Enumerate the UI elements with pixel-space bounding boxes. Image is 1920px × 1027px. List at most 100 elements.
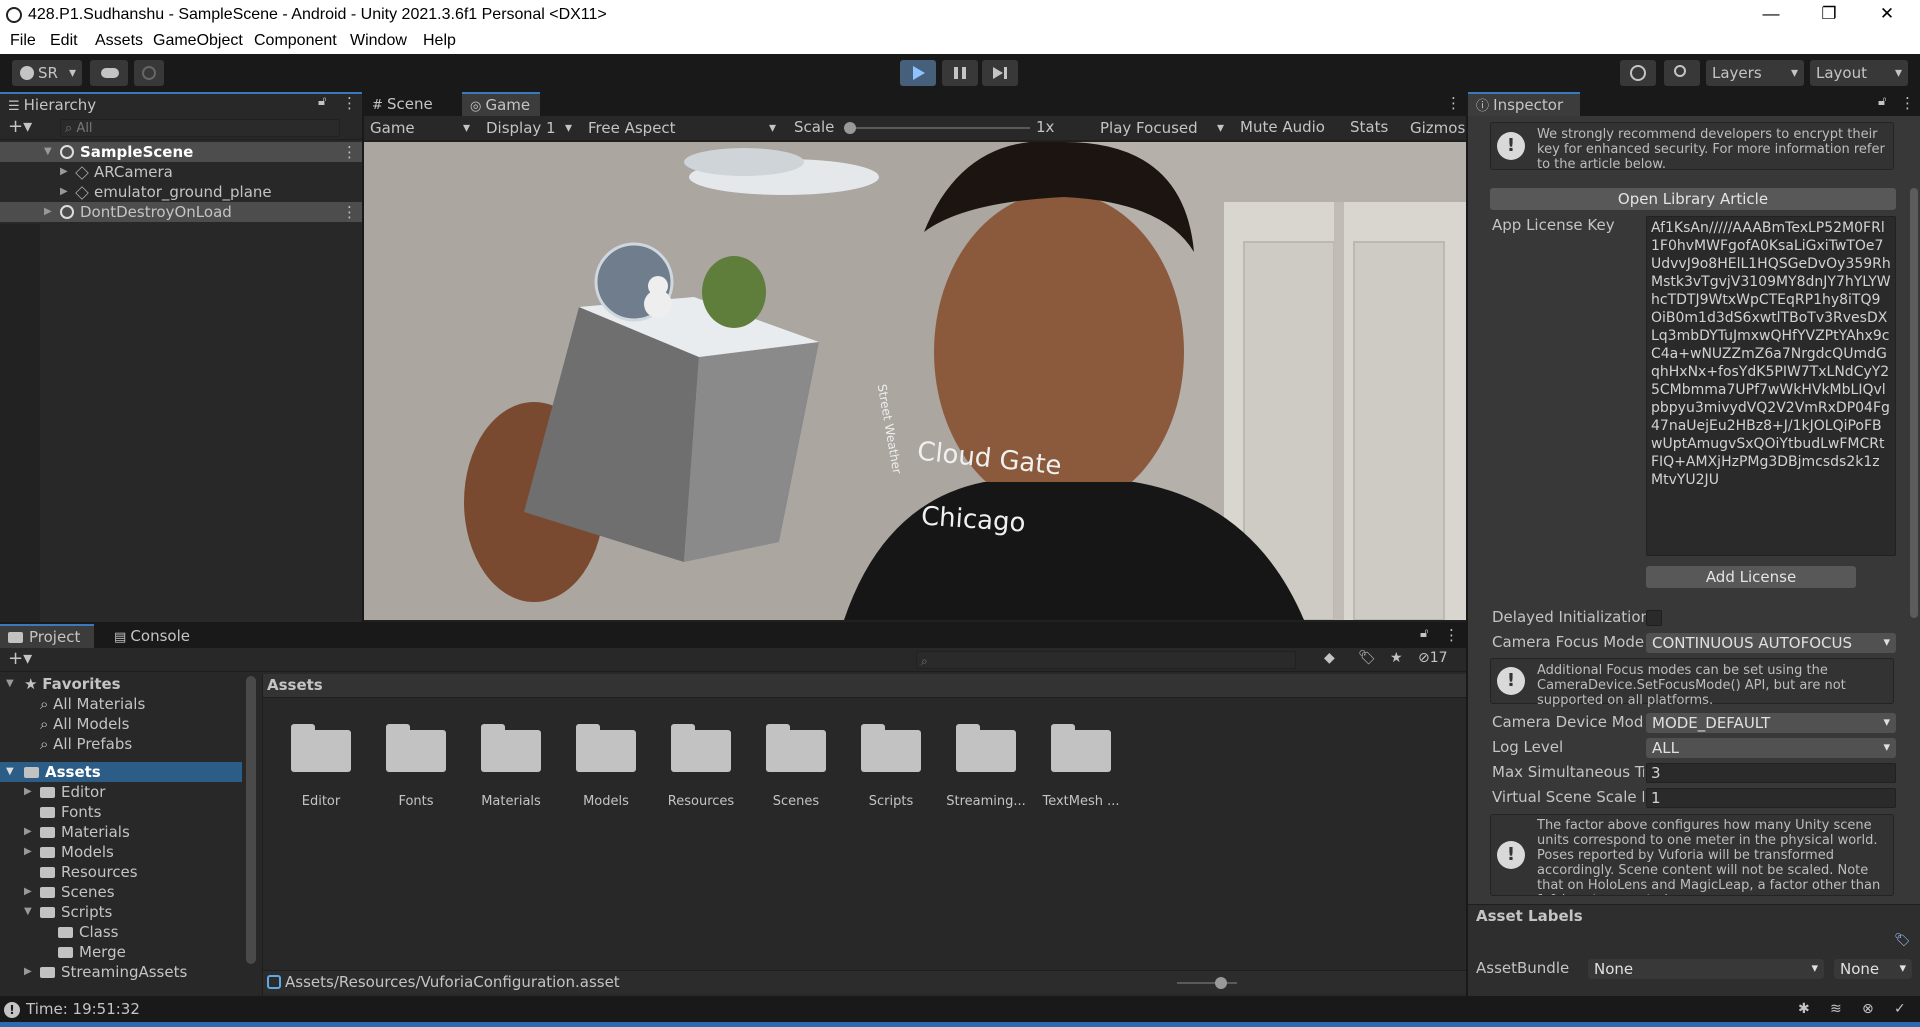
aspect-dropdown[interactable]: Free Aspect <box>582 116 782 140</box>
hierarchy-item-dontdestroyonload[interactable]: ▶ DontDestroyOnLoad ⋮ <box>0 202 362 222</box>
tree-scrollbar[interactable] <box>246 676 256 964</box>
game-mode-dropdown[interactable]: Game <box>364 116 476 140</box>
icon-size-slider-handle[interactable] <box>1215 977 1227 989</box>
add-icon[interactable]: +▾ <box>8 648 32 669</box>
bug-icon[interactable]: ✱ <box>1798 1001 1810 1017</box>
virtual-scene-scale-field[interactable]: 1 <box>1646 788 1896 808</box>
lock-icon[interactable]: 🔓︎ <box>1878 94 1886 109</box>
layers-stack-icon[interactable]: ≋ <box>1830 1001 1842 1017</box>
hierarchy-item-arcamera[interactable]: ▶ ARCamera <box>0 162 362 182</box>
tree-favorites[interactable]: ▼ ★ Favorites <box>0 674 246 694</box>
minimize-button[interactable]: — <box>1748 0 1794 30</box>
menu-edit[interactable]: Edit <box>50 32 78 50</box>
tree-scenes[interactable]: ▶ Scenes <box>0 882 246 902</box>
hierarchy-item-samplescene[interactable]: ▼ SampleScene ⋮ <box>0 142 362 162</box>
hidden-packages-icon[interactable]: ⊘17 <box>1418 650 1448 666</box>
lock-icon[interactable]: 🔓︎ <box>318 94 326 109</box>
mute-audio-toggle[interactable]: Mute Audio <box>1240 118 1325 136</box>
menu-window[interactable]: Window <box>350 32 407 50</box>
icon-size-slider[interactable] <box>1177 977 1237 989</box>
tab-game[interactable]: ◎ Game <box>462 92 540 116</box>
play-button[interactable] <box>900 60 936 86</box>
more-menu-icon[interactable]: ⋮ <box>1444 626 1459 644</box>
favorite-star-icon[interactable]: ★ <box>1390 650 1403 666</box>
maximize-button[interactable]: ❐ <box>1806 0 1852 30</box>
pause-button[interactable] <box>942 60 978 86</box>
log-level-dropdown[interactable]: ALL <box>1646 738 1896 758</box>
scale-slider[interactable] <box>844 122 1030 134</box>
network-icon[interactable]: ⊗ <box>1862 1001 1874 1017</box>
app-license-key-field[interactable]: Af1KsAn/////AAABmTexLP52M0FRl1F0hvMWFgof… <box>1646 216 1896 556</box>
account-dropdown[interactable]: SR <box>12 60 82 86</box>
window-title-bar: 428.P1.Sudhanshu - SampleScene - Android… <box>0 0 1920 30</box>
more-menu-icon[interactable]: ⋮ <box>342 142 357 162</box>
more-menu-icon[interactable]: ⋮ <box>342 94 357 112</box>
menu-gameobject[interactable]: GameObject <box>153 32 243 50</box>
tab-scene[interactable]: # Scene <box>364 92 441 116</box>
tree-editor[interactable]: ▶ Editor <box>0 782 246 802</box>
play-focused-dropdown[interactable]: Play Focused <box>1094 116 1230 140</box>
scale-help-text: The factor above configures how many Uni… <box>1537 818 1881 895</box>
cloud-button[interactable] <box>90 60 128 86</box>
lock-icon[interactable]: 🔓︎ <box>1420 626 1428 641</box>
folder-icon <box>766 722 826 772</box>
gizmos-dropdown[interactable]: Gizmos▾ <box>1396 118 1466 138</box>
folder-label: Editor <box>301 794 341 809</box>
tree-fav-all-materials[interactable]: ⌕ All Materials <box>0 694 246 714</box>
menu-component[interactable]: Component <box>254 32 337 50</box>
tree-class[interactable]: Class <box>0 922 246 942</box>
display-dropdown[interactable]: Display 1 <box>480 116 578 140</box>
menu-assets[interactable]: Assets <box>95 32 143 50</box>
more-menu-icon[interactable]: ⋮ <box>1446 94 1461 112</box>
tree-fav-all-prefabs[interactable]: ⌕ All Prefabs <box>0 734 246 754</box>
tree-models[interactable]: ▶ Models <box>0 842 246 862</box>
breadcrumb[interactable]: Assets <box>267 676 323 694</box>
camera-device-mode-dropdown[interactable]: MODE_DEFAULT <box>1646 713 1896 733</box>
tree-materials[interactable]: ▶ Materials <box>0 822 246 842</box>
gameobject-icon <box>75 165 89 180</box>
folder-icon <box>576 722 636 772</box>
tree-scripts[interactable]: ▼ Scripts <box>0 902 246 922</box>
hierarchy-search-input[interactable]: ⌕ All <box>60 119 340 137</box>
undo-history-button[interactable] <box>1620 60 1656 86</box>
open-library-article-button[interactable]: Open Library Article <box>1490 188 1896 210</box>
add-license-button[interactable]: Add License <box>1646 566 1856 588</box>
tree-fav-all-models[interactable]: ⌕ All Models <box>0 714 246 734</box>
menu-file[interactable]: File <box>10 32 36 50</box>
search-button[interactable] <box>1664 60 1700 86</box>
delayed-initialization-checkbox[interactable] <box>1646 610 1662 626</box>
tree-streamingassets[interactable]: ▶ StreamingAssets <box>0 962 246 982</box>
assetbundle-variant-dropdown[interactable]: None <box>1834 959 1912 979</box>
layout-dropdown[interactable]: Layout <box>1810 60 1908 86</box>
tab-inspector-label: Inspector <box>1493 96 1564 114</box>
tree-merge[interactable]: Merge <box>0 942 246 962</box>
more-menu-icon[interactable]: ⋮ <box>1900 94 1915 112</box>
close-button[interactable]: ✕ <box>1864 0 1910 30</box>
tab-inspector[interactable]: ⓘ Inspector <box>1468 92 1580 116</box>
step-button[interactable] <box>982 60 1018 86</box>
tree-assets[interactable]: ▼ Assets <box>0 762 242 782</box>
more-menu-icon[interactable]: ⋮ <box>342 202 357 222</box>
filter-label-icon[interactable]: 🏷︎ <box>1358 650 1376 666</box>
hierarchy-item-ground-plane[interactable]: ▶ emulator_ground_plane <box>0 182 362 202</box>
tab-project[interactable]: Project <box>0 624 94 648</box>
tag-icon[interactable]: 🏷︎ <box>1894 933 1911 948</box>
collab-button[interactable] <box>134 60 164 86</box>
inspector-scrollbar[interactable] <box>1910 188 1918 618</box>
scale-slider-handle[interactable] <box>844 122 856 134</box>
menu-help[interactable]: Help <box>423 32 456 50</box>
layers-dropdown[interactable]: Layers <box>1706 60 1804 86</box>
check-icon[interactable]: ✓ <box>1894 1001 1906 1017</box>
tree-resources[interactable]: Resources <box>0 862 246 882</box>
tree-fonts[interactable]: Fonts <box>0 802 246 822</box>
max-tracked-field[interactable]: 3 <box>1646 763 1896 783</box>
add-icon[interactable]: +▾ <box>8 116 32 137</box>
assetbundle-dropdown[interactable]: None <box>1588 959 1824 979</box>
hierarchy-item-label: ARCamera <box>94 163 173 181</box>
tab-hierarchy[interactable]: ☰ Hierarchy <box>0 92 362 116</box>
filter-type-icon[interactable]: ◆ <box>1324 650 1335 666</box>
stats-toggle[interactable]: Stats <box>1350 118 1388 136</box>
tab-console[interactable]: ▤ Console <box>106 624 198 648</box>
camera-focus-mode-dropdown[interactable]: CONTINUOUS AUTOFOCUS <box>1646 633 1896 653</box>
project-search-input[interactable]: ⌕ <box>916 651 1296 669</box>
